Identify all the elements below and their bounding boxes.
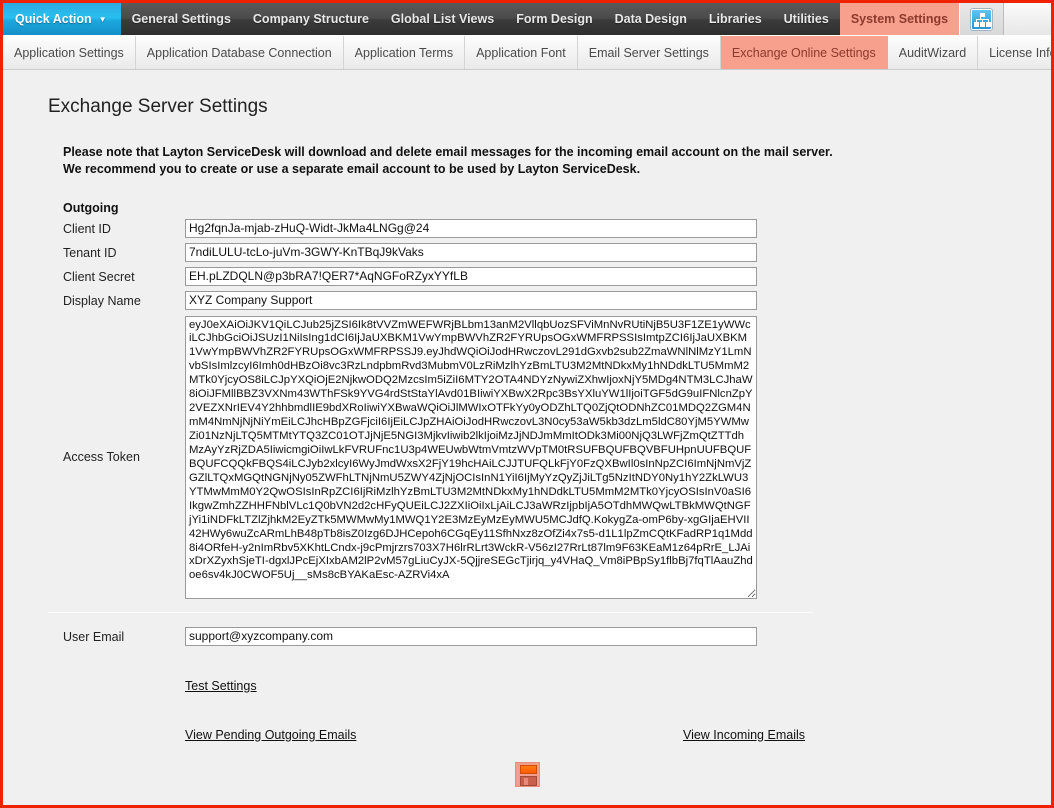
settings-content-area: Exchange Server Settings Please note tha… [3, 70, 1051, 805]
notice-line-1: Please note that Layton ServiceDesk will… [63, 145, 833, 159]
tab-exchange-online-settings[interactable]: Exchange Online Settings [720, 36, 888, 69]
page-title: Exchange Server Settings [48, 96, 268, 117]
chevron-down-icon: ▼ [98, 15, 107, 24]
notice-line-2: We recommend you to create or use a sepa… [63, 162, 641, 177]
display-name-input[interactable] [185, 290, 757, 310]
org-chart-icon [971, 8, 993, 30]
outgoing-section-heading: Outgoing [63, 200, 119, 215]
client-id-input[interactable] [185, 218, 757, 238]
floppy-label-icon [519, 776, 537, 786]
view-incoming-emails-link[interactable]: View Incoming Emails [683, 728, 805, 742]
floppy-shutter-icon [519, 765, 537, 774]
access-token-label: Access Token [63, 450, 140, 464]
field-row-tenant-id: Tenant ID [63, 242, 1051, 262]
tab-auditwizard[interactable]: AuditWizard [888, 36, 979, 69]
org-chart-button[interactable] [959, 3, 1004, 35]
test-settings-link[interactable]: Test Settings [185, 679, 257, 693]
test-settings-wrapper: Test Settings [185, 677, 1051, 695]
exchange-settings-form: Client ID Tenant ID Client Secret Displa… [63, 218, 1051, 599]
tab-application-terms[interactable]: Application Terms [344, 36, 466, 69]
display-name-label: Display Name [63, 293, 141, 308]
tab-email-server-settings[interactable]: Email Server Settings [578, 36, 721, 69]
tenant-id-label: Tenant ID [63, 245, 117, 260]
field-row-user-email: User Email [63, 626, 1051, 646]
nav-item-form-design[interactable]: Form Design [505, 3, 603, 35]
client-id-label: Client ID [63, 221, 111, 236]
field-row-client-id: Client ID [63, 218, 1051, 238]
tenant-id-input[interactable] [185, 242, 757, 262]
nav-item-general-settings[interactable]: General Settings [121, 3, 242, 35]
main-navigation-bar: Quick Action ▼ General Settings Company … [3, 3, 1051, 36]
nav-item-global-list-views[interactable]: Global List Views [380, 3, 505, 35]
view-pending-outgoing-emails-link[interactable]: View Pending Outgoing Emails [185, 728, 356, 742]
tab-application-database-connection[interactable]: Application Database Connection [136, 36, 344, 69]
notice-text: Please note that Layton ServiceDesk will… [63, 144, 893, 179]
access-token-textarea[interactable]: eyJ0eXAiOiJKV1QiLCJub25jZSI6Ik8tVVZmWEFW… [185, 315, 757, 599]
field-row-access-token: Access Token eyJ0eXAiOiJKV1QiLCJub25jZSI… [63, 315, 1051, 599]
nav-item-system-settings[interactable]: System Settings [839, 3, 960, 35]
nav-item-libraries[interactable]: Libraries [698, 3, 773, 35]
field-row-client-secret: Client Secret [63, 266, 1051, 286]
section-divider [48, 611, 813, 613]
bottom-links-row: View Pending Outgoing Emails View Incomi… [185, 728, 805, 742]
client-secret-label: Client Secret [63, 269, 135, 284]
application-window: Quick Action ▼ General Settings Company … [0, 0, 1054, 808]
client-secret-input[interactable] [185, 266, 757, 286]
user-email-input[interactable] [185, 626, 757, 646]
tab-license-information[interactable]: License Information [978, 36, 1051, 69]
nav-item-utilities[interactable]: Utilities [773, 3, 840, 35]
quick-action-menu-button[interactable]: Quick Action ▼ [3, 3, 121, 35]
quick-action-label: Quick Action [15, 12, 92, 26]
nav-item-data-design[interactable]: Data Design [604, 3, 698, 35]
settings-tab-bar: Application Settings Application Databas… [3, 36, 1051, 70]
nav-filler [1003, 3, 1051, 35]
tab-application-settings[interactable]: Application Settings [3, 36, 136, 69]
nav-item-company-structure[interactable]: Company Structure [242, 3, 380, 35]
tab-application-font[interactable]: Application Font [465, 36, 578, 69]
user-email-label: User Email [63, 629, 125, 644]
field-row-display-name: Display Name [63, 290, 1051, 310]
incoming-email-form: User Email [63, 626, 1051, 646]
save-button[interactable] [514, 762, 540, 787]
save-bar [3, 762, 1051, 787]
